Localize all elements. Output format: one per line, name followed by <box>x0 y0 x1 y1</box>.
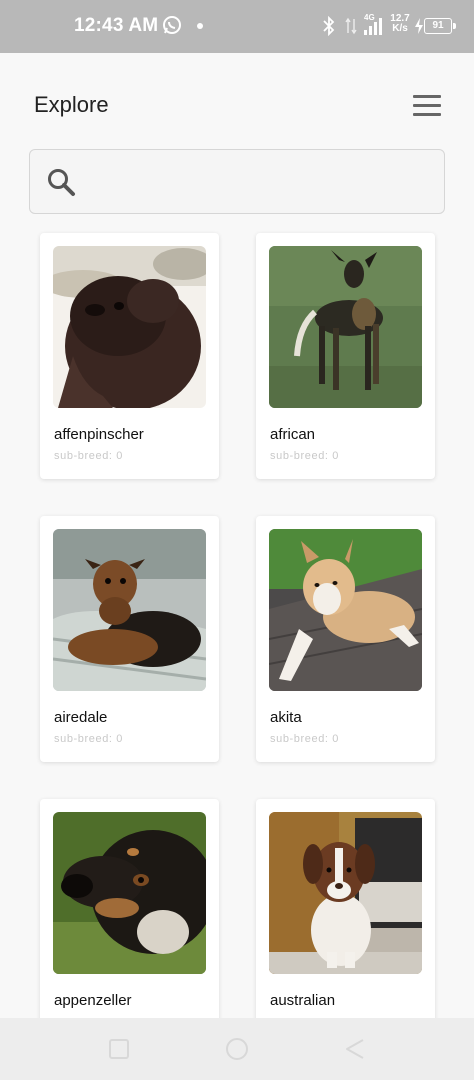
breed-card-akita[interactable]: akita sub-breed: 0 <box>256 516 435 762</box>
breed-card-appenzeller[interactable]: appenzeller <box>40 799 219 1018</box>
breed-name: african <box>270 426 316 443</box>
breed-card-australian[interactable]: australian <box>256 799 435 1018</box>
breed-card-african[interactable]: african sub-breed: 0 <box>256 233 435 479</box>
breed-name: australian <box>270 992 336 1009</box>
breed-image-affenpinscher <box>53 246 206 408</box>
recent-apps-icon[interactable] <box>106 1036 132 1062</box>
breed-grid: affenpinscher sub-breed: 0 african sub-b… <box>0 0 474 1018</box>
breed-image-appenzeller <box>53 812 206 974</box>
breed-image-airedale <box>53 529 206 691</box>
breed-image-akita <box>269 529 422 691</box>
home-icon[interactable] <box>224 1036 250 1062</box>
breed-image-australian <box>269 812 422 974</box>
breed-card-airedale[interactable]: airedale sub-breed: 0 <box>40 516 219 762</box>
breed-name: affenpinscher <box>54 426 144 443</box>
sub-breed-count: sub-breed: 0 <box>54 450 123 462</box>
sub-breed-count: sub-breed: 0 <box>270 450 339 462</box>
breed-name: akita <box>270 709 302 726</box>
sub-breed-count: sub-breed: 0 <box>270 733 339 745</box>
breed-image-african <box>269 246 422 408</box>
sub-breed-count: sub-breed: 0 <box>54 733 123 745</box>
breed-name: airedale <box>54 709 108 726</box>
breed-card-affenpinscher[interactable]: affenpinscher sub-breed: 0 <box>40 233 219 479</box>
breed-name: appenzeller <box>54 992 132 1009</box>
system-nav-bar <box>0 1018 474 1080</box>
back-icon[interactable] <box>342 1036 368 1062</box>
